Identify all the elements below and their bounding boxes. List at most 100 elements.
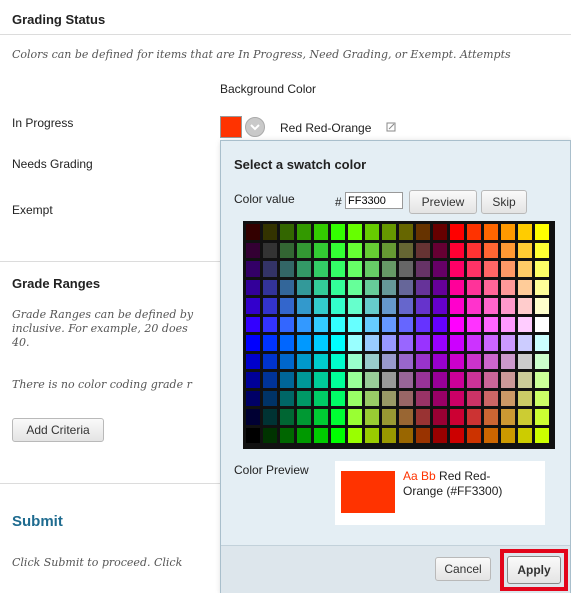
color-swatch[interactable] — [381, 334, 397, 352]
color-swatch[interactable] — [432, 297, 448, 315]
color-swatch[interactable] — [517, 389, 533, 407]
color-swatch[interactable] — [517, 297, 533, 315]
color-swatch[interactable] — [449, 241, 465, 259]
color-swatch[interactable] — [534, 334, 550, 352]
color-swatch[interactable] — [330, 334, 346, 352]
color-swatch[interactable] — [466, 297, 482, 315]
color-swatch[interactable] — [381, 389, 397, 407]
color-swatch[interactable] — [296, 426, 312, 444]
color-swatch[interactable] — [262, 223, 278, 241]
color-swatch[interactable] — [364, 223, 380, 241]
color-swatch[interactable] — [398, 334, 414, 352]
color-swatch[interactable] — [347, 241, 363, 259]
color-swatch[interactable] — [534, 315, 550, 333]
color-swatch[interactable] — [313, 278, 329, 296]
color-swatch[interactable] — [262, 315, 278, 333]
color-swatch[interactable] — [279, 260, 295, 278]
color-swatch[interactable] — [500, 278, 516, 296]
color-swatch[interactable] — [449, 371, 465, 389]
color-swatch[interactable] — [381, 408, 397, 426]
color-swatch[interactable] — [432, 352, 448, 370]
color-swatch[interactable] — [415, 352, 431, 370]
color-swatch[interactable] — [415, 315, 431, 333]
color-swatch[interactable] — [432, 389, 448, 407]
color-swatch[interactable] — [364, 260, 380, 278]
color-swatch[interactable] — [262, 352, 278, 370]
color-swatch[interactable] — [313, 241, 329, 259]
color-swatch[interactable] — [245, 408, 261, 426]
color-swatch[interactable] — [500, 315, 516, 333]
color-swatch[interactable] — [534, 352, 550, 370]
color-swatch[interactable] — [500, 389, 516, 407]
color-swatch[interactable] — [330, 260, 346, 278]
color-swatch[interactable] — [466, 241, 482, 259]
color-swatch[interactable] — [398, 241, 414, 259]
color-swatch[interactable] — [449, 334, 465, 352]
color-swatch[interactable] — [415, 426, 431, 444]
color-swatch[interactable] — [432, 315, 448, 333]
color-swatch[interactable] — [415, 260, 431, 278]
color-swatch[interactable] — [347, 260, 363, 278]
color-swatch[interactable] — [313, 371, 329, 389]
color-swatch[interactable] — [330, 315, 346, 333]
color-swatch[interactable] — [245, 352, 261, 370]
color-swatch[interactable] — [313, 352, 329, 370]
color-swatch[interactable] — [534, 223, 550, 241]
color-swatch[interactable] — [330, 278, 346, 296]
color-swatch[interactable] — [415, 223, 431, 241]
color-swatch[interactable] — [466, 371, 482, 389]
color-swatch[interactable] — [449, 278, 465, 296]
color-swatch[interactable] — [415, 371, 431, 389]
color-swatch[interactable] — [466, 278, 482, 296]
color-swatch[interactable] — [347, 278, 363, 296]
color-swatch[interactable] — [279, 426, 295, 444]
color-swatch[interactable] — [398, 352, 414, 370]
color-swatch[interactable] — [279, 315, 295, 333]
color-swatch[interactable] — [347, 408, 363, 426]
color-swatch[interactable] — [449, 315, 465, 333]
color-swatch[interactable] — [262, 426, 278, 444]
color-swatch[interactable] — [347, 426, 363, 444]
color-swatch[interactable] — [500, 352, 516, 370]
color-swatch[interactable] — [245, 241, 261, 259]
color-swatch[interactable] — [466, 223, 482, 241]
color-swatch[interactable] — [415, 408, 431, 426]
color-swatch[interactable] — [483, 260, 499, 278]
color-swatch[interactable] — [347, 371, 363, 389]
color-swatch[interactable] — [313, 334, 329, 352]
color-swatch[interactable] — [432, 278, 448, 296]
color-swatch[interactable] — [483, 408, 499, 426]
color-swatch[interactable] — [381, 315, 397, 333]
color-swatch[interactable] — [415, 278, 431, 296]
color-swatch[interactable] — [279, 241, 295, 259]
color-swatch[interactable] — [262, 260, 278, 278]
color-swatch[interactable] — [364, 334, 380, 352]
edit-icon[interactable] — [386, 121, 396, 132]
skip-button[interactable]: Skip — [481, 190, 527, 214]
color-swatch[interactable] — [432, 371, 448, 389]
color-swatch[interactable] — [483, 426, 499, 444]
color-swatch[interactable] — [245, 297, 261, 315]
color-swatch[interactable] — [517, 241, 533, 259]
color-swatch[interactable] — [398, 223, 414, 241]
color-swatch[interactable] — [313, 426, 329, 444]
color-swatch[interactable] — [466, 352, 482, 370]
color-swatch[interactable] — [279, 223, 295, 241]
color-swatch[interactable] — [347, 297, 363, 315]
color-swatch[interactable] — [347, 334, 363, 352]
color-swatch[interactable] — [534, 408, 550, 426]
color-swatch[interactable] — [398, 426, 414, 444]
color-swatch[interactable] — [381, 352, 397, 370]
color-swatch[interactable] — [262, 334, 278, 352]
color-swatch[interactable] — [364, 352, 380, 370]
color-swatch[interactable] — [500, 426, 516, 444]
color-swatch[interactable] — [296, 278, 312, 296]
color-swatch[interactable] — [483, 389, 499, 407]
color-swatch[interactable] — [296, 223, 312, 241]
color-swatch[interactable] — [313, 408, 329, 426]
color-swatch[interactable] — [483, 297, 499, 315]
color-swatch[interactable] — [432, 426, 448, 444]
color-swatch[interactable] — [500, 223, 516, 241]
color-swatch[interactable] — [398, 297, 414, 315]
color-swatch[interactable] — [466, 389, 482, 407]
